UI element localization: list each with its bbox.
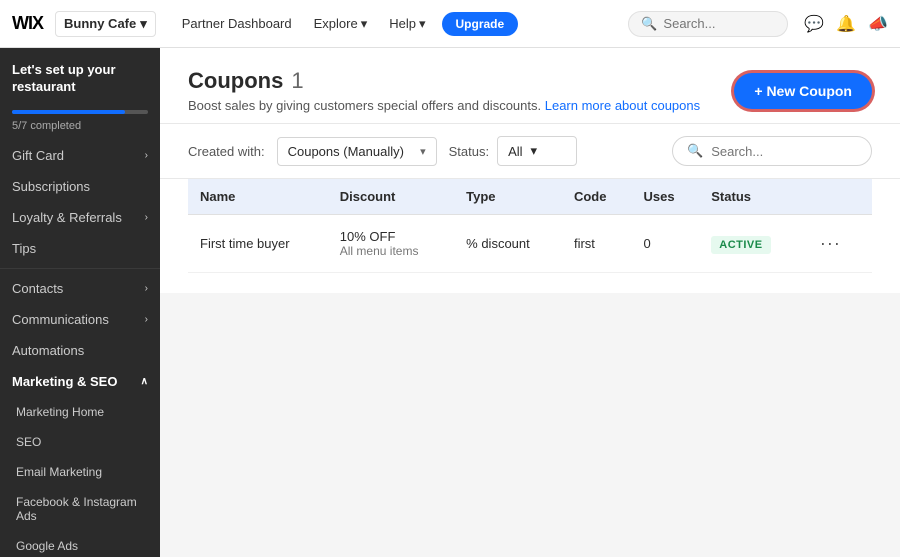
col-header-code: Code: [562, 179, 632, 215]
sidebar-item-tips[interactable]: Tips: [0, 233, 160, 264]
nav-icon-group: 💬 🔔 📣: [804, 14, 888, 34]
coupons-table-container: Name Discount Type Code Uses Status Firs…: [160, 179, 900, 293]
table-search[interactable]: 🔍: [672, 136, 872, 166]
status-filter-group: Status: All ▾: [449, 136, 577, 166]
page-header: Coupons 1 Boost sales by giving customer…: [160, 48, 900, 124]
filters-row: Created with: Coupons (Manually) ▾ Statu…: [160, 124, 900, 179]
bell-icon[interactable]: 🔔: [836, 14, 856, 34]
page-count: 1: [291, 68, 303, 94]
search-icon: 🔍: [687, 143, 703, 159]
sidebar-setup-title: Let's set up your restaurant: [0, 48, 160, 104]
col-header-status: Status: [699, 179, 802, 215]
cell-type: % discount: [454, 215, 562, 273]
sidebar-item-google-ads[interactable]: Google Ads: [0, 531, 160, 557]
chevron-right-icon: ›: [145, 314, 148, 325]
main-content: Coupons 1 Boost sales by giving customer…: [160, 48, 900, 557]
chevron-up-icon: ∧: [141, 376, 148, 387]
search-icon: 🔍: [641, 16, 657, 32]
sidebar-item-marketing-seo[interactable]: Marketing & SEO ∧: [0, 366, 160, 397]
sidebar-item-contacts[interactable]: Contacts ›: [0, 273, 160, 304]
chevron-right-icon: ›: [145, 150, 148, 161]
status-select[interactable]: All ▾: [497, 136, 577, 166]
new-coupon-button[interactable]: + New Coupon: [734, 73, 872, 109]
table-row: First time buyer 10% OFF All menu items …: [188, 215, 872, 273]
learn-more-link[interactable]: Learn more about coupons: [545, 98, 700, 113]
sidebar-item-marketing-home[interactable]: Marketing Home: [0, 397, 160, 427]
col-header-actions: [802, 179, 872, 215]
upgrade-button[interactable]: Upgrade: [442, 12, 519, 36]
page-subtitle: Boost sales by giving customers special …: [188, 98, 700, 113]
created-with-select[interactable]: Coupons (Manually) ▾: [277, 137, 437, 166]
chevron-down-icon: ▾: [531, 143, 538, 159]
chevron-down-icon: ▾: [140, 16, 147, 32]
chat-icon[interactable]: 💬: [804, 14, 824, 34]
nav-explore[interactable]: Explore ▾: [304, 10, 378, 38]
sidebar-item-loyalty[interactable]: Loyalty & Referrals ›: [0, 202, 160, 233]
main-nav: Partner Dashboard Explore ▾ Help ▾ Upgra…: [172, 10, 518, 38]
top-navigation: WIX Bunny Cafe ▾ Partner Dashboard Explo…: [0, 0, 900, 48]
cell-actions: ···: [802, 215, 872, 273]
col-header-type: Type: [454, 179, 562, 215]
megaphone-icon[interactable]: 📣: [868, 14, 888, 34]
sidebar-item-seo[interactable]: SEO: [0, 427, 160, 457]
page-title-area: Coupons 1 Boost sales by giving customer…: [188, 68, 700, 113]
sidebar: Let's set up your restaurant 5/7 complet…: [0, 48, 160, 557]
status-label: Status:: [449, 144, 489, 159]
chevron-down-icon: ▾: [361, 16, 368, 32]
sidebar-divider: [0, 268, 160, 269]
sidebar-item-automations[interactable]: Automations: [0, 335, 160, 366]
sidebar-item-communications[interactable]: Communications ›: [0, 304, 160, 335]
sidebar-item-facebook-ads[interactable]: Facebook & Instagram Ads: [0, 487, 160, 531]
table-header-row: Name Discount Type Code Uses Status: [188, 179, 872, 215]
cell-code: first: [562, 215, 632, 273]
sidebar-item-subscriptions[interactable]: Subscriptions: [0, 171, 160, 202]
coupons-table: Name Discount Type Code Uses Status Firs…: [188, 179, 872, 273]
created-with-label: Created with:: [188, 144, 265, 159]
wix-logo: WIX: [12, 13, 43, 34]
main-layout: Let's set up your restaurant 5/7 complet…: [0, 48, 900, 557]
table-search-input[interactable]: [711, 144, 857, 159]
page-title: Coupons 1: [188, 68, 700, 94]
global-search[interactable]: 🔍: [628, 11, 788, 37]
col-header-name: Name: [188, 179, 328, 215]
row-more-options-button[interactable]: ···: [814, 231, 847, 256]
chevron-right-icon: ›: [145, 283, 148, 294]
cell-uses: 0: [631, 215, 699, 273]
progress-bar-fill: [12, 110, 125, 114]
chevron-down-icon: ▾: [419, 16, 426, 32]
col-header-discount: Discount: [328, 179, 454, 215]
cell-status: ACTIVE: [699, 215, 802, 273]
sidebar-item-gift-card[interactable]: Gift Card ›: [0, 140, 160, 171]
status-badge: ACTIVE: [711, 236, 770, 254]
chevron-down-icon: ▾: [420, 145, 426, 158]
business-name-selector[interactable]: Bunny Cafe ▾: [55, 11, 156, 37]
cell-name: First time buyer: [188, 215, 328, 273]
chevron-right-icon: ›: [145, 212, 148, 223]
nav-help[interactable]: Help ▾: [379, 10, 435, 38]
progress-bar-background: [12, 110, 148, 114]
progress-label: 5/7 completed: [0, 118, 160, 140]
col-header-uses: Uses: [631, 179, 699, 215]
cell-discount: 10% OFF All menu items: [328, 215, 454, 273]
sidebar-item-email-marketing[interactable]: Email Marketing: [0, 457, 160, 487]
nav-partner-dashboard[interactable]: Partner Dashboard: [172, 10, 302, 37]
global-search-input[interactable]: [663, 16, 775, 31]
